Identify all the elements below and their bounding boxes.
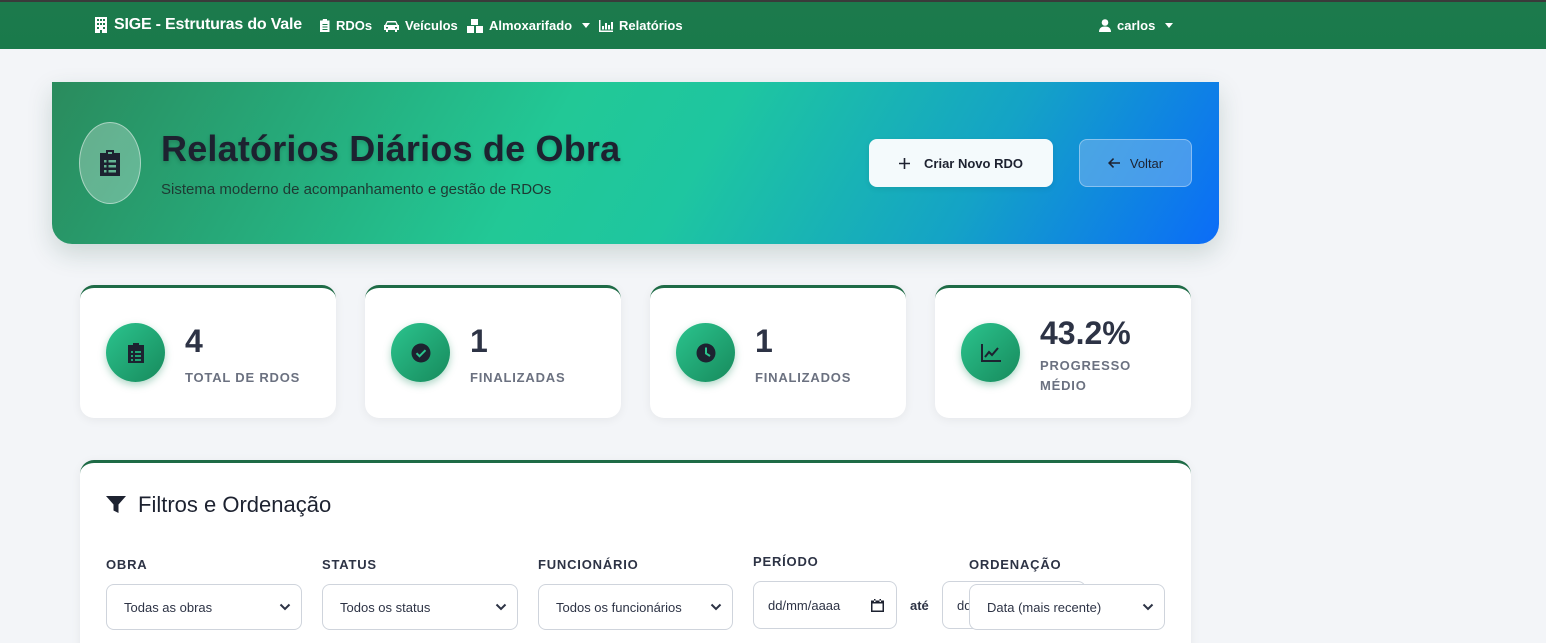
stat-icon-badge	[676, 323, 735, 382]
chevron-down-icon	[495, 603, 507, 611]
filter-icon	[106, 496, 126, 513]
user-menu[interactable]: carlos	[1099, 18, 1174, 33]
nav-veiculos-label: Veículos	[405, 18, 458, 33]
obra-select-value: Todas as obras	[124, 599, 213, 615]
back-button[interactable]: Voltar	[1079, 139, 1192, 187]
ordenacao-label: ORDENAÇÃO	[969, 557, 1062, 572]
calendar-icon[interactable]	[871, 599, 884, 612]
clipboard-icon	[127, 342, 144, 363]
stat-label: FINALIZADAS	[470, 370, 566, 385]
chevron-down-icon	[582, 23, 591, 28]
car-icon	[384, 20, 399, 32]
nav-almoxarifado-label: Almoxarifado	[489, 18, 573, 33]
stat-card-progresso: 43.2% PROGRESSO MÉDIO	[935, 285, 1191, 418]
stat-icon-badge	[961, 323, 1020, 382]
status-select-value: Todos os status	[340, 599, 431, 615]
status-label: STATUS	[322, 557, 377, 572]
chevron-down-icon	[1142, 603, 1154, 611]
building-icon	[95, 17, 107, 33]
stat-label: FINALIZADOS	[755, 370, 852, 385]
stat-value: 1	[755, 323, 773, 359]
chevron-down-icon	[1165, 23, 1174, 28]
nav-rdos[interactable]: RDOs	[320, 18, 372, 33]
obra-label: OBRA	[106, 557, 148, 572]
create-rdo-label: Criar Novo RDO	[924, 155, 1023, 171]
chevron-down-icon	[710, 603, 722, 611]
clipboard-icon	[320, 19, 330, 32]
ordenacao-select-value: Data (mais recente)	[987, 599, 1102, 615]
stat-card-finalizadas: 1 FINALIZADAS	[365, 285, 621, 418]
date-start-input[interactable]: dd/mm/aaaa	[753, 581, 897, 629]
arrow-left-icon	[1107, 158, 1120, 168]
chart-line-icon	[980, 343, 1001, 362]
funcionario-select-value: Todos os funcionários	[556, 599, 682, 615]
date-start-placeholder: dd/mm/aaaa	[768, 597, 841, 613]
back-label: Voltar	[1129, 155, 1164, 171]
hero-icon-badge	[79, 122, 141, 204]
periodo-label: PERÍODO	[753, 554, 819, 569]
stat-card-total: 4 TOTAL DE RDOS	[80, 285, 336, 418]
plus-icon	[899, 157, 911, 169]
filters-panel: Filtros e Ordenação OBRA Todas as obras …	[80, 460, 1191, 643]
nav-relatorios-label: Relatórios	[619, 18, 683, 33]
page-title: Relatórios Diários de Obra	[161, 128, 621, 169]
create-rdo-button[interactable]: Criar Novo RDO	[869, 139, 1053, 187]
ate-label: até	[910, 598, 929, 613]
stat-value: 1	[470, 323, 488, 359]
brand-text: SIGE - Estruturas do Vale	[114, 16, 302, 33]
funcionario-select[interactable]: Todos os funcionários	[538, 584, 733, 630]
page-subtitle: Sistema moderno de acompanhamento e gest…	[161, 181, 552, 198]
stat-value: 4	[185, 323, 203, 359]
hero-banner: Relatórios Diários de Obra Sistema moder…	[52, 82, 1219, 244]
check-circle-icon	[411, 343, 430, 362]
stat-icon-badge	[391, 323, 450, 382]
obra-select[interactable]: Todas as obras	[106, 584, 302, 630]
stat-label: PROGRESSO MÉDIO	[1040, 358, 1131, 393]
chart-icon	[599, 19, 613, 32]
boxes-icon	[467, 18, 483, 33]
clipboard-list-icon	[100, 150, 120, 176]
nav-rdos-label: RDOs	[336, 18, 373, 33]
stat-icon-badge	[106, 323, 165, 382]
user-name: carlos	[1117, 18, 1156, 33]
clock-icon	[696, 343, 715, 362]
funcionario-label: FUNCIONÁRIO	[538, 557, 639, 572]
top-navbar: SIGE - Estruturas do Vale RDOs Veículos …	[0, 0, 1546, 49]
nav-relatorios[interactable]: Relatórios	[599, 18, 683, 33]
user-icon	[1099, 19, 1111, 32]
filters-title: Filtros e Ordenação	[138, 492, 332, 517]
status-select[interactable]: Todos os status	[322, 584, 518, 630]
filters-heading: Filtros e Ordenação	[106, 492, 331, 518]
nav-almoxarifado[interactable]: Almoxarifado	[467, 18, 591, 33]
brand-link[interactable]: SIGE - Estruturas do Vale	[94, 16, 302, 34]
nav-veiculos[interactable]: Veículos	[384, 18, 458, 33]
ordenacao-select[interactable]: Data (mais recente)	[969, 584, 1165, 630]
stat-card-finalizados: 1 FINALIZADOS	[650, 285, 906, 418]
stat-value: 43.2%	[1040, 315, 1131, 351]
stat-label: TOTAL DE RDOS	[185, 370, 301, 385]
chevron-down-icon	[279, 603, 291, 611]
